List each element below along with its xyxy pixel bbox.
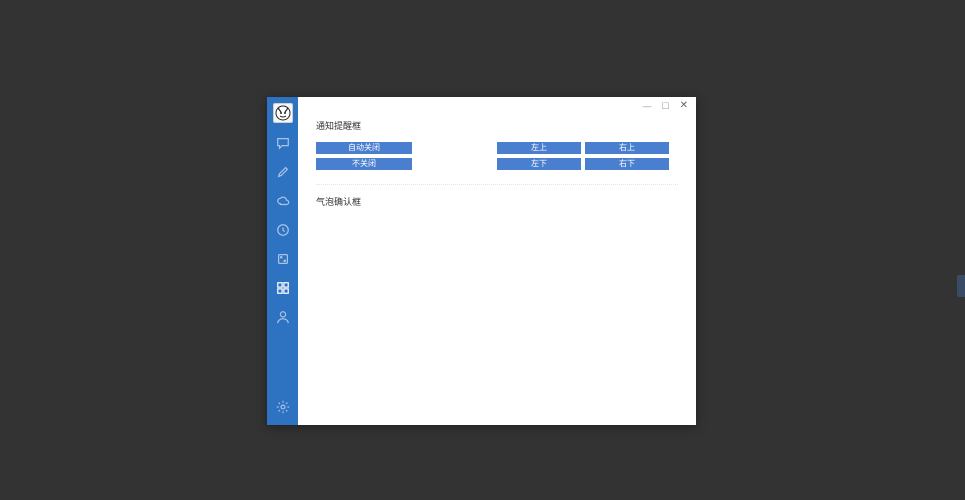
nav-user-icon[interactable] xyxy=(275,309,291,325)
notify-section-title: 通知提醒框 xyxy=(316,119,678,132)
app-window: — ☐ ✕ 通知提醒框 自动关闭 不关闭 左上 右上 左下 右下 气泡确认框 xyxy=(267,97,696,425)
nav-apps-icon[interactable] xyxy=(275,280,291,296)
nav-cloud-icon[interactable] xyxy=(275,193,291,209)
nav-brush-icon[interactable] xyxy=(275,164,291,180)
avatar[interactable] xyxy=(273,103,293,123)
left-button-group: 自动关闭 不关闭 xyxy=(316,142,412,170)
bottom-right-button[interactable]: 右下 xyxy=(585,158,669,170)
avatar-face-icon xyxy=(275,105,291,121)
nav-chat-icon[interactable] xyxy=(275,135,291,151)
auto-close-button[interactable]: 自动关闭 xyxy=(316,142,412,154)
main-panel: — ☐ ✕ 通知提醒框 自动关闭 不关闭 左上 右上 左下 右下 气泡确认框 xyxy=(298,97,696,425)
nav-clock-icon[interactable] xyxy=(275,222,291,238)
button-row: 自动关闭 不关闭 左上 右上 左下 右下 xyxy=(316,142,678,170)
divider xyxy=(316,184,678,185)
right-edge-tab[interactable] xyxy=(957,275,965,297)
settings-icon[interactable] xyxy=(275,399,291,415)
right-button-group: 左上 右上 左下 右下 xyxy=(497,142,669,170)
no-close-button[interactable]: 不关闭 xyxy=(316,158,412,170)
top-left-button[interactable]: 左上 xyxy=(497,142,581,154)
minimize-button[interactable]: — xyxy=(643,102,652,111)
nav-dice-icon[interactable] xyxy=(275,251,291,267)
confirm-section-title: 气泡确认框 xyxy=(316,195,678,208)
close-button[interactable]: ✕ xyxy=(680,101,688,111)
content: 通知提醒框 自动关闭 不关闭 左上 右上 左下 右下 气泡确认框 xyxy=(298,115,696,425)
maximize-button[interactable]: ☐ xyxy=(662,102,670,111)
nav-icons xyxy=(275,135,291,325)
titlebar: — ☐ ✕ xyxy=(298,97,696,115)
bottom-left-button[interactable]: 左下 xyxy=(497,158,581,170)
sidebar xyxy=(267,97,298,425)
top-right-button[interactable]: 右上 xyxy=(585,142,669,154)
